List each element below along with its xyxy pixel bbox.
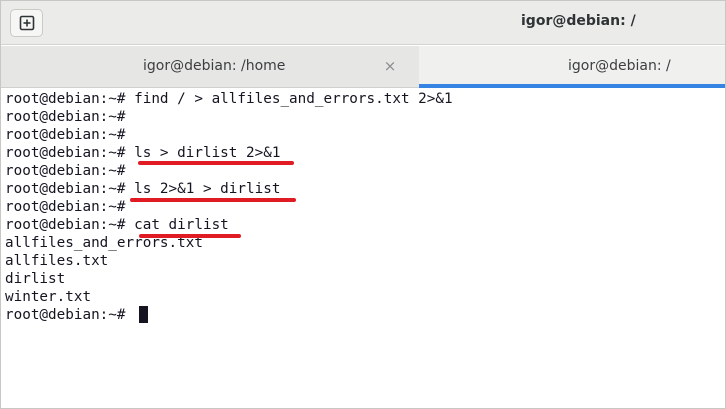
active-tab-indicator: [419, 84, 725, 88]
terminal-line: root@debian:~#: [5, 127, 126, 143]
terminal-line: dirlist: [5, 271, 66, 287]
tab-home[interactable]: igor@debian: /home ×: [1, 46, 418, 88]
red-underline-annotation: [138, 161, 294, 165]
terminal-line: allfiles.txt: [5, 253, 109, 269]
terminal-line: root@debian:~#: [5, 199, 126, 215]
terminal-line: root@debian:~#: [5, 307, 135, 323]
terminal-line: root@debian:~#: [5, 163, 126, 179]
tab-root-label: igor@debian: /: [568, 58, 671, 74]
tab-close-icon[interactable]: ×: [381, 57, 399, 75]
terminal-line: root@debian:~#: [5, 109, 126, 125]
terminal-line: root@debian:~# cat dirlist: [5, 217, 229, 233]
window-title: igor@debian: /: [521, 13, 636, 29]
red-underline-annotation: [139, 234, 241, 238]
terminal-window: igor@debian: / igor@debian: /home × igor…: [0, 0, 726, 409]
terminal-line: winter.txt: [5, 289, 92, 305]
terminal-cursor: [139, 306, 148, 323]
new-tab-icon: [19, 15, 34, 31]
tab-home-label: igor@debian: /home: [143, 58, 286, 74]
red-underline-annotation: [130, 198, 296, 202]
tab-root[interactable]: igor@debian: /: [419, 46, 725, 88]
header-bar: igor@debian: /: [1, 1, 725, 45]
terminal-line: root@debian:~# ls 2>&1 > dirlist: [5, 181, 281, 197]
new-tab-button[interactable]: [10, 9, 43, 37]
tab-bar: igor@debian: /home × igor@debian: /: [1, 46, 725, 88]
terminal-line: root@debian:~# ls > dirlist 2>&1: [5, 145, 281, 161]
terminal-line: root@debian:~# find / > allfiles_and_err…: [5, 91, 453, 107]
terminal-output[interactable]: root@debian:~# find / > allfiles_and_err…: [2, 89, 724, 408]
